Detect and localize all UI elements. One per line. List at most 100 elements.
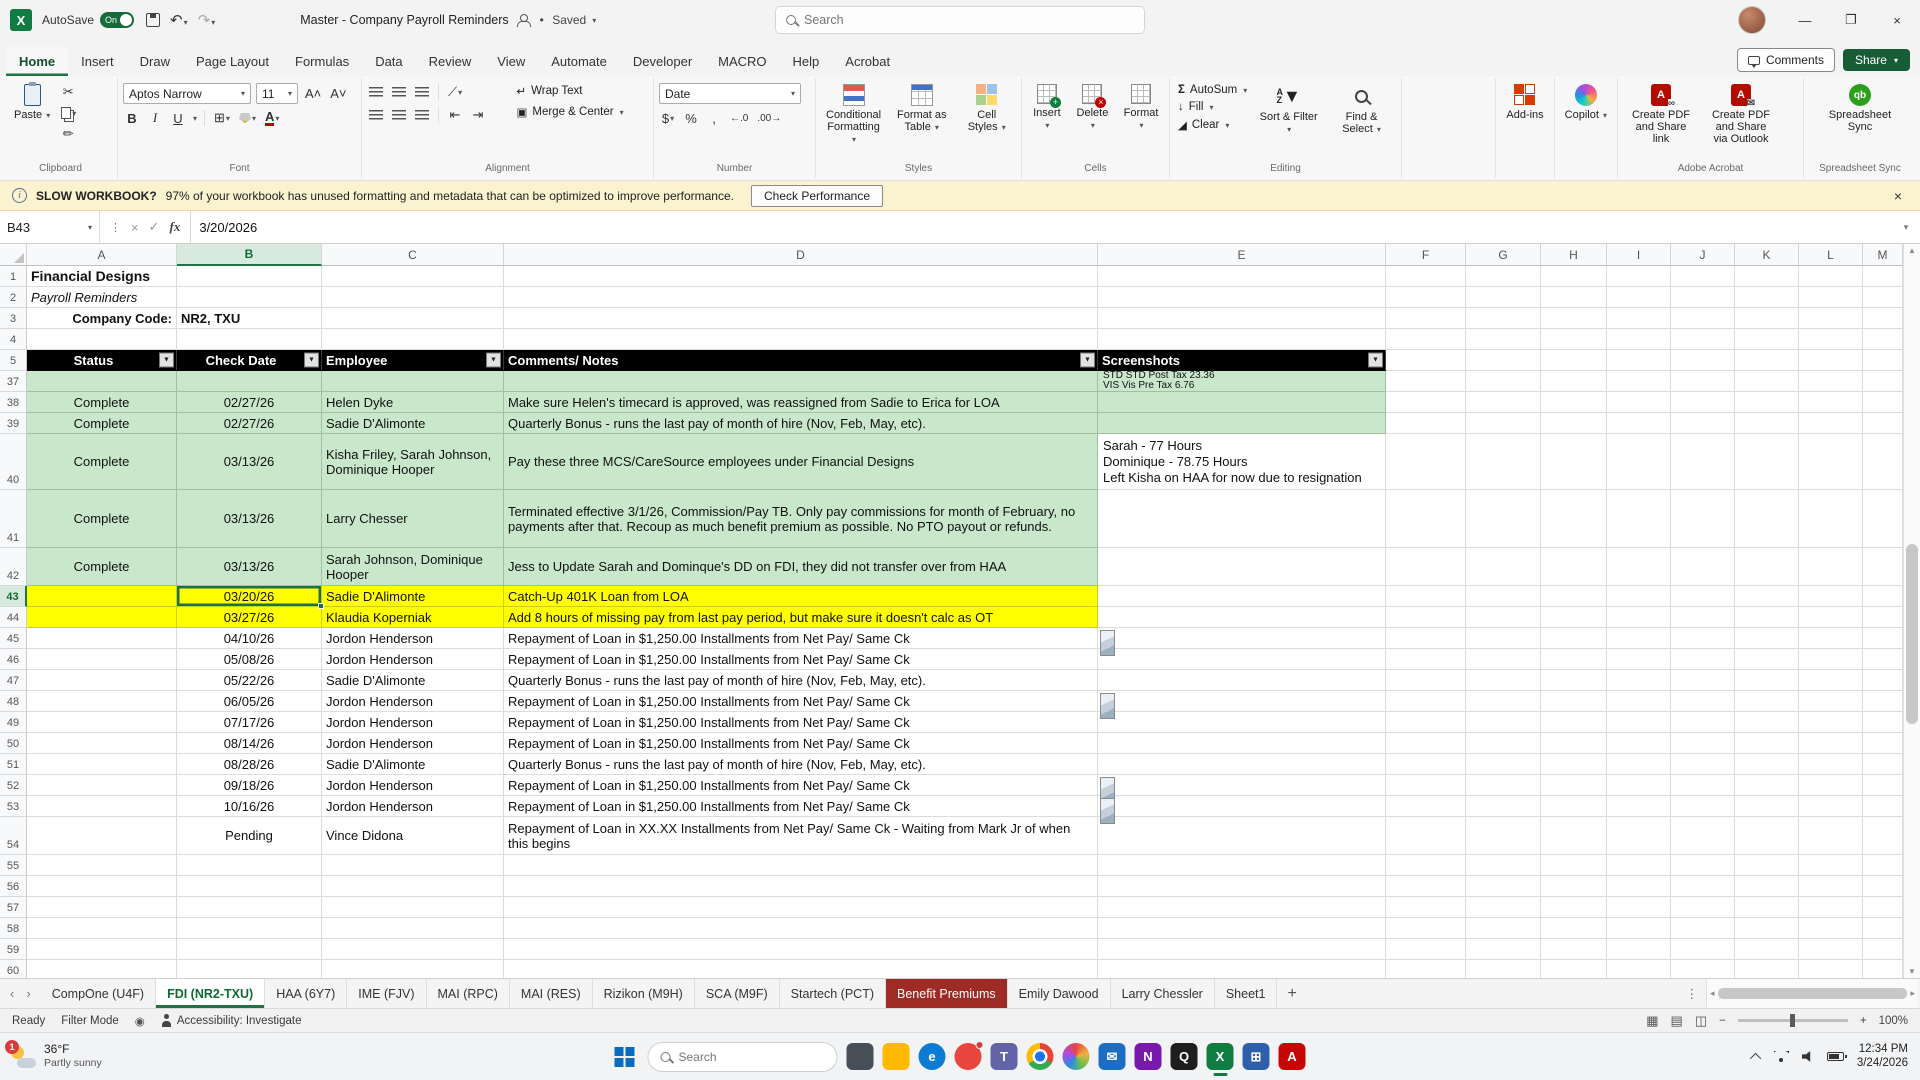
macro-record-icon[interactable]: ◉ bbox=[135, 1014, 145, 1028]
row-header-55[interactable]: 55 bbox=[0, 855, 27, 876]
cell-H44[interactable] bbox=[1541, 607, 1607, 628]
cell-L58[interactable] bbox=[1799, 918, 1863, 939]
cell-D3[interactable] bbox=[504, 308, 1098, 329]
cell-K59[interactable] bbox=[1735, 939, 1799, 960]
cell-A50[interactable] bbox=[27, 733, 177, 754]
cell-B58[interactable] bbox=[177, 918, 322, 939]
comma-style-button[interactable]: , bbox=[705, 109, 723, 127]
row-header-39[interactable]: 39 bbox=[0, 413, 27, 434]
cell-J55[interactable] bbox=[1671, 855, 1735, 876]
cell-C44[interactable]: Klaudia Koperniak bbox=[322, 607, 504, 628]
cell-D57[interactable] bbox=[504, 897, 1098, 918]
cell-C60[interactable] bbox=[322, 960, 504, 978]
cell-A1[interactable]: Financial Designs bbox=[27, 266, 177, 287]
cell-E2[interactable] bbox=[1098, 287, 1386, 308]
orientation-button[interactable]: ⟋ ▾ bbox=[446, 83, 464, 101]
cell-L5[interactable] bbox=[1799, 350, 1863, 371]
namebox-menu-icon[interactable]: ⋮ bbox=[110, 221, 121, 234]
spreadsheet-sync-button[interactable]: qb Spreadsheet Sync bbox=[1822, 80, 1898, 137]
align-left-button[interactable] bbox=[367, 106, 385, 124]
cell-I48[interactable] bbox=[1607, 691, 1671, 712]
cell-J1[interactable] bbox=[1671, 266, 1735, 287]
cell-F41[interactable] bbox=[1386, 490, 1466, 548]
cell-M39[interactable] bbox=[1863, 413, 1903, 434]
minimize-button[interactable]: — bbox=[1782, 0, 1828, 40]
sheet-tab-benefit-premiums[interactable]: Benefit Premiums bbox=[886, 979, 1008, 1008]
cell-B41[interactable]: 03/13/26 bbox=[177, 490, 322, 548]
cell-M2[interactable] bbox=[1863, 287, 1903, 308]
cell-E1[interactable] bbox=[1098, 266, 1386, 287]
cell-G5[interactable] bbox=[1466, 350, 1541, 371]
column-header-g[interactable]: G bbox=[1466, 244, 1541, 266]
cell-L57[interactable] bbox=[1799, 897, 1863, 918]
sheet-nav-left-icon[interactable]: ‹ bbox=[10, 986, 14, 1001]
cell-G60[interactable] bbox=[1466, 960, 1541, 978]
cell-G46[interactable] bbox=[1466, 649, 1541, 670]
vertical-scrollbar[interactable]: ▲ ▼ bbox=[1903, 244, 1920, 978]
taskbar-app-excel-icon[interactable]: X bbox=[1206, 1043, 1234, 1076]
cell-K4[interactable] bbox=[1735, 329, 1799, 350]
column-header-f[interactable]: F bbox=[1386, 244, 1466, 266]
cell-D38[interactable]: Make sure Helen's timecard is approved, … bbox=[504, 392, 1098, 413]
cell-M40[interactable] bbox=[1863, 434, 1903, 490]
cell-G54[interactable] bbox=[1466, 817, 1541, 855]
cell-M50[interactable] bbox=[1863, 733, 1903, 754]
cell-B48[interactable]: 06/05/26 bbox=[177, 691, 322, 712]
align-bottom-button[interactable] bbox=[413, 83, 431, 101]
comments-button[interactable]: Comments bbox=[1736, 48, 1835, 72]
formula-bar-expand-icon[interactable]: ▾ bbox=[1892, 211, 1920, 243]
cell-H40[interactable] bbox=[1541, 434, 1607, 490]
cell-J49[interactable] bbox=[1671, 712, 1735, 733]
cell-F43[interactable] bbox=[1386, 586, 1466, 607]
cell-I42[interactable] bbox=[1607, 548, 1671, 586]
column-header-c[interactable]: C bbox=[322, 244, 504, 266]
italic-button[interactable]: I bbox=[146, 109, 164, 127]
cell-I60[interactable] bbox=[1607, 960, 1671, 978]
sheet-tab-larry-chessler[interactable]: Larry Chessler bbox=[1111, 979, 1215, 1008]
sheet-tab-mai-rpc[interactable]: MAI (RPC) bbox=[427, 979, 510, 1008]
cell-G41[interactable] bbox=[1466, 490, 1541, 548]
wrap-text-button[interactable]: ↵ Wrap Text bbox=[514, 83, 586, 99]
cell-G1[interactable] bbox=[1466, 266, 1541, 287]
taskbar-clock[interactable]: 12:34 PM 3/24/2026 bbox=[1857, 1043, 1908, 1070]
number-format-select[interactable]: Date ▾ bbox=[659, 83, 801, 104]
cell-H39[interactable] bbox=[1541, 413, 1607, 434]
cell-D1[interactable] bbox=[504, 266, 1098, 287]
cell-J45[interactable] bbox=[1671, 628, 1735, 649]
cell-I39[interactable] bbox=[1607, 413, 1671, 434]
cell-B42[interactable]: 03/13/26 bbox=[177, 548, 322, 586]
user-avatar[interactable] bbox=[1738, 6, 1766, 34]
create-pdf-share-outlook-button[interactable]: A ✉ Create PDF and Share via Outlook bbox=[1703, 80, 1779, 149]
cell-H4[interactable] bbox=[1541, 329, 1607, 350]
cell-I37[interactable] bbox=[1607, 371, 1671, 392]
cell-I44[interactable] bbox=[1607, 607, 1671, 628]
cell-H41[interactable] bbox=[1541, 490, 1607, 548]
cell-H1[interactable] bbox=[1541, 266, 1607, 287]
cell-C37[interactable] bbox=[322, 371, 504, 392]
cell-I55[interactable] bbox=[1607, 855, 1671, 876]
copilot-button[interactable]: Copilot ▾ bbox=[1560, 80, 1612, 126]
cell-J41[interactable] bbox=[1671, 490, 1735, 548]
cell-H52[interactable] bbox=[1541, 775, 1607, 796]
taskbar-app-photos-icon[interactable] bbox=[1062, 1043, 1090, 1070]
ribbon-tab-insert[interactable]: Insert bbox=[68, 47, 127, 76]
cell-J53[interactable] bbox=[1671, 796, 1735, 817]
cell-H47[interactable] bbox=[1541, 670, 1607, 691]
hidden-icons-icon[interactable] bbox=[1749, 1052, 1762, 1064]
cell-H43[interactable] bbox=[1541, 586, 1607, 607]
cell-E59[interactable] bbox=[1098, 939, 1386, 960]
cell-K44[interactable] bbox=[1735, 607, 1799, 628]
cell-B4[interactable] bbox=[177, 329, 322, 350]
cell-D4[interactable] bbox=[504, 329, 1098, 350]
cell-I51[interactable] bbox=[1607, 754, 1671, 775]
cell-D44[interactable]: Add 8 hours of missing pay from last pay… bbox=[504, 607, 1098, 628]
taskbar-app-acrobat-icon[interactable]: A bbox=[1278, 1043, 1306, 1070]
cell-H37[interactable] bbox=[1541, 371, 1607, 392]
cell-K37[interactable] bbox=[1735, 371, 1799, 392]
cell-E54[interactable] bbox=[1098, 817, 1386, 855]
start-button[interactable] bbox=[614, 1046, 635, 1067]
cell-A53[interactable] bbox=[27, 796, 177, 817]
cell-H58[interactable] bbox=[1541, 918, 1607, 939]
cell-B39[interactable]: 02/27/26 bbox=[177, 413, 322, 434]
row-header-48[interactable]: 48 bbox=[0, 691, 27, 712]
